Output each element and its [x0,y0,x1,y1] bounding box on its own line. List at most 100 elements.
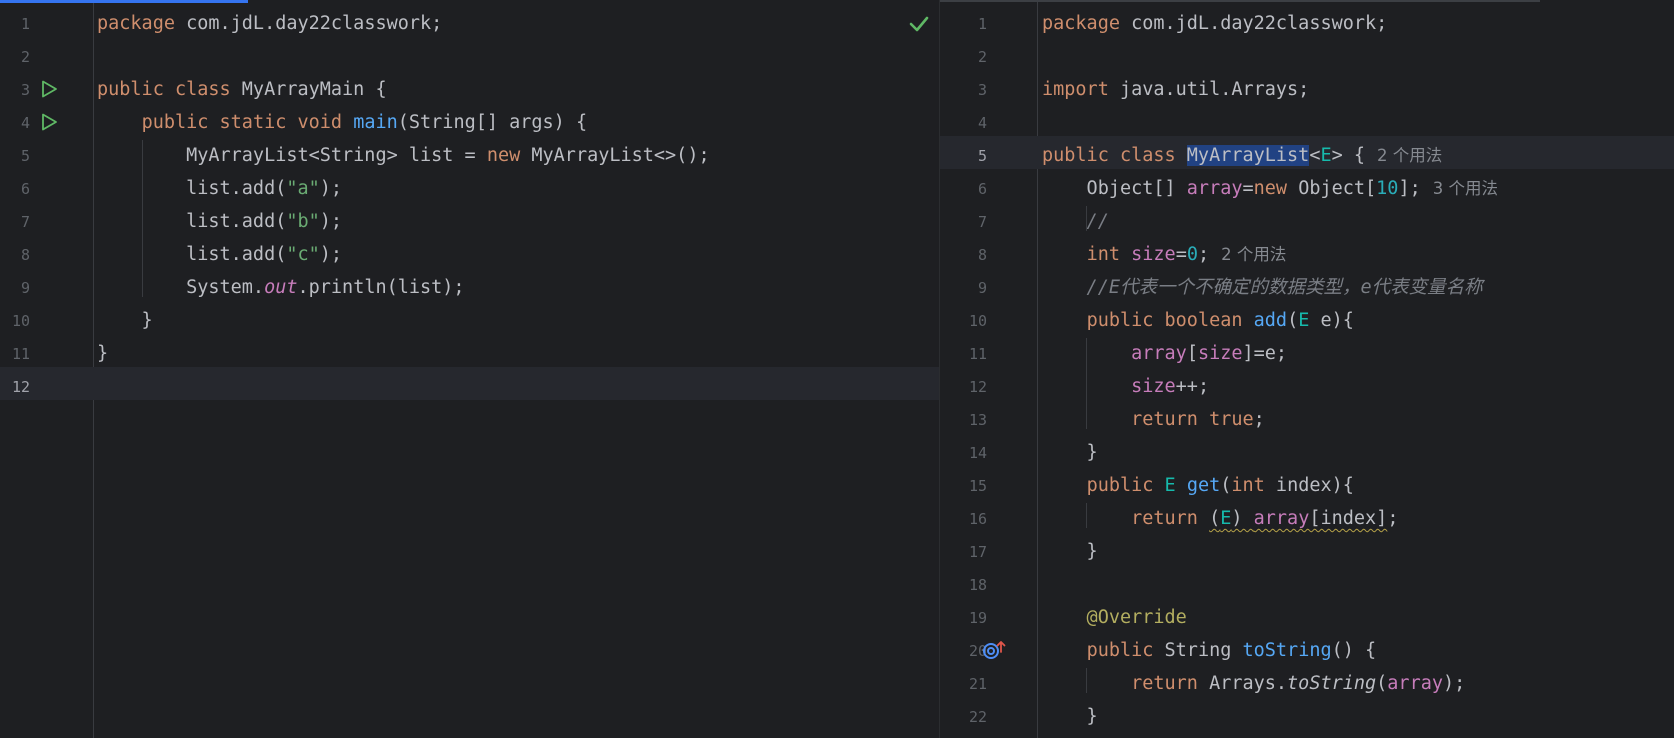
code-text[interactable]: public boolean add(E e){ [1042,301,1354,334]
line-number[interactable]: 21 [940,664,987,697]
line-number[interactable]: 4 [940,103,987,136]
code-text[interactable]: list.add("b"); [97,202,342,235]
line-number[interactable]: 5 [0,136,30,169]
code-text[interactable]: array[size]=e; [1042,334,1287,367]
code-text[interactable]: public class MyArrayList<E> {2 个用法 [1042,136,1442,169]
line-number[interactable]: 18 [940,565,987,598]
editor-pane-myarraylist[interactable]: 1 package com.jdL.day22classwork; 2 3 import… [940,0,1674,738]
line-number[interactable]: 12 [940,367,987,400]
code-text[interactable]: return Arrays.toString(array); [1042,664,1465,697]
code-line[interactable]: 8 list.add("c"); [0,235,939,268]
code-line[interactable]: 5 public class MyArrayList<E> {2 个用法 [940,136,1674,169]
code-text[interactable]: @Override [1042,598,1187,631]
code-text[interactable]: return true; [1042,400,1265,433]
line-number[interactable]: 7 [940,202,987,235]
code-line[interactable]: 7 // [940,202,1674,235]
code-line[interactable]: 1 package com.jdL.day22classwork; [0,4,939,37]
line-number[interactable]: 9 [0,268,30,301]
code-line[interactable]: 2 [0,37,939,70]
code-line[interactable]: 8 int size=0; 2 个用法 [940,235,1674,268]
line-number[interactable]: 10 [0,301,30,334]
code-text[interactable]: public String toString() { [1042,631,1377,664]
line-number[interactable]: 19 [940,598,987,631]
code-line[interactable]: 6 list.add("a"); [0,169,939,202]
code-line[interactable]: 18 [940,565,1674,598]
line-number[interactable]: 16 [940,499,987,532]
code-line[interactable]: 2 [940,37,1674,70]
code-text[interactable]: // [1042,202,1109,235]
line-number[interactable]: 1 [940,4,987,37]
code-line[interactable]: 3 import java.util.Arrays; [940,70,1674,103]
code-line[interactable]: 17 } [940,532,1674,565]
code-line[interactable]: 10 public boolean add(E e){ [940,301,1674,334]
usage-hint[interactable]: 2 个用法 [1221,245,1286,264]
code-line[interactable]: 22 } [940,697,1674,730]
line-number[interactable]: 17 [940,532,987,565]
code-text[interactable]: int size=0; 2 个用法 [1042,235,1287,268]
code-text[interactable]: package com.jdL.day22classwork; [97,4,442,37]
line-number[interactable]: 8 [940,235,987,268]
line-number[interactable]: 4 [0,103,30,136]
line-number[interactable]: 1 [0,4,30,37]
line-number[interactable]: 10 [940,301,987,334]
line-number[interactable]: 15 [940,466,987,499]
code-text[interactable]: } [97,301,153,334]
line-number[interactable]: 2 [940,37,987,70]
code-line[interactable]: 14 } [940,433,1674,466]
code-line[interactable]: 4 [940,103,1674,136]
code-text[interactable]: //E代表一个不确定的数据类型，e代表变量名称 [1042,268,1483,301]
line-number[interactable]: 6 [0,169,30,202]
line-number[interactable]: 12 [0,367,30,400]
code-line[interactable]: 1 package com.jdL.day22classwork; [940,4,1674,37]
code-text[interactable]: } [1042,697,1098,730]
override-icon[interactable] [982,640,1008,660]
usage-hint[interactable]: 3 个用法 [1433,179,1498,198]
code-line[interactable]: 11} [0,334,939,367]
code-text[interactable]: list.add("c"); [97,235,342,268]
line-number[interactable]: 3 [940,70,987,103]
code-text[interactable]: Object[] array=new Object[10]; 3 个用法 [1042,169,1498,202]
code-text[interactable]: } [1042,532,1098,565]
code-line[interactable]: 5 MyArrayList<String> list = new MyArray… [0,136,939,169]
code-line[interactable]: 4 public static void main(String[] args)… [0,103,939,136]
code-line[interactable]: 20 public String toString() { [940,631,1674,664]
code-line[interactable]: 15 public E get(int index){ [940,466,1674,499]
code-line[interactable]: 12 [0,367,939,400]
line-number[interactable]: 11 [0,334,30,367]
code-line[interactable]: 19 @Override [940,598,1674,631]
code-text[interactable]: System.out.println(list); [97,268,464,301]
line-number[interactable]: 3 [0,70,30,103]
editor-pane-myarraymain[interactable]: 1 package com.jdL.day22classwork; 2 3 public… [0,0,940,738]
code-line[interactable]: 9 System.out.println(list); [0,268,939,301]
line-number[interactable]: 11 [940,334,987,367]
code-text[interactable]: MyArrayList<String> list = new MyArrayLi… [97,136,710,169]
code-line[interactable]: 16 return (E) array[index]; [940,499,1674,532]
code-text[interactable]: return (E) array[index]; [1042,499,1398,532]
line-number[interactable]: 2 [0,37,30,70]
code-text[interactable]: package com.jdL.day22classwork; [1042,4,1387,37]
line-number[interactable]: 13 [940,400,987,433]
line-number[interactable]: 14 [940,433,987,466]
code-line[interactable]: 13 return true; [940,400,1674,433]
line-number[interactable]: 22 [940,697,987,730]
code-text[interactable]: } [1042,433,1098,466]
line-number[interactable]: 20 [940,631,987,664]
code-line[interactable]: 12 size++; [940,367,1674,400]
code-line[interactable]: 11 array[size]=e; [940,334,1674,367]
code-line[interactable]: 3 public class MyArrayMain { [0,70,939,103]
code-text[interactable]: } [97,334,108,367]
code-text[interactable]: public E get(int index){ [1042,466,1354,499]
code-line[interactable]: 21 return Arrays.toString(array); [940,664,1674,697]
line-number[interactable]: 6 [940,169,987,202]
code-line[interactable]: 6 Object[] array=new Object[10]; 3 个用法 [940,169,1674,202]
code-text[interactable]: public class MyArrayMain { [97,70,387,103]
code-line[interactable]: 9 //E代表一个不确定的数据类型，e代表变量名称 [940,268,1674,301]
code-text[interactable]: size++; [1042,367,1209,400]
line-number[interactable]: 9 [940,268,987,301]
code-text[interactable]: public static void main(String[] args) { [97,103,588,136]
line-number[interactable]: 7 [0,202,30,235]
run-icon[interactable] [40,80,58,98]
usage-hint[interactable]: 2 个用法 [1377,146,1442,165]
code-line[interactable]: 10 } [0,301,939,334]
run-icon[interactable] [40,113,58,131]
